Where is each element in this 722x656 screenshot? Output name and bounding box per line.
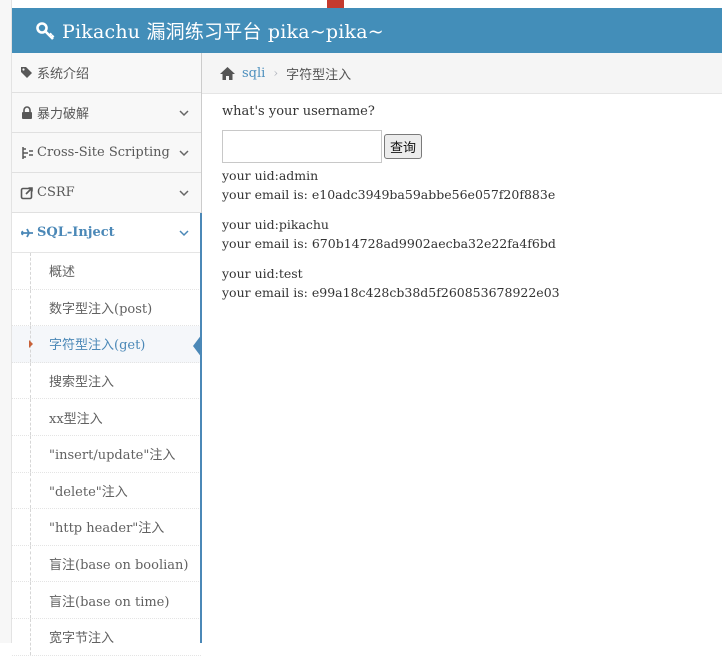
key-icon [36,21,56,41]
main-content: what's your username? 查询 your uid:admin … [222,104,702,313]
sidebar-item-csrf[interactable]: CSRF [12,173,201,213]
submenu-item-http-header[interactable]: "http header"注入 [12,509,201,546]
result-uid: your uid:test [222,266,303,281]
top-edge-marker [327,0,344,8]
brand-title[interactable]: Pikachu 漏洞练习平台 pika~pika~ [62,17,384,44]
submenu-item-search[interactable]: 搜索型注入 [12,362,201,400]
query-button[interactable]: 查询 [384,134,423,159]
query-results: your uid:admin your email is: e10adc3949… [222,166,702,302]
sidebar-item-label: 系统介绍 [37,67,90,82]
breadcrumb: sqli › 字符型注入 [202,53,722,94]
active-indicator-arrow [193,334,202,358]
result-record: your uid:admin your email is: e10adc3949… [222,166,702,204]
sidebar-item-intro[interactable]: 系统介绍 [12,53,201,93]
plane-icon [20,226,34,240]
result-uid: your uid:pikachu [222,217,329,232]
query-form: 查询 [222,130,702,163]
breadcrumb-link-sqli[interactable]: sqli [242,66,265,81]
result-email: your email is: e99a18c428cb38d5f26085367… [222,285,560,300]
result-record: your uid:test your email is: e99a18c428c… [222,264,702,302]
submenu-item-overview[interactable]: 概述 [12,253,201,290]
username-input[interactable] [222,130,382,163]
chevron-right-icon: › [273,66,279,80]
submenu-item-numeric-post[interactable]: 数字型注入(post) [12,289,201,327]
chevron-down-icon [179,147,189,157]
chevron-down-icon [179,227,189,237]
tags-icon [20,66,34,80]
sidebar-item-label: Cross-Site Scripting [37,145,170,160]
submenu-item-string-get[interactable]: 字符型注入(get) [12,326,201,363]
result-uid: your uid:admin [222,168,319,183]
result-email: your email is: 670b14728ad9902aecba32e22… [222,236,556,251]
submenu-item-insert-update[interactable]: "insert/update"注入 [12,435,201,473]
submenu-item-wide-byte[interactable]: 宽字节注入 [12,618,201,656]
active-indicator-bar [200,213,202,643]
caret-right-icon [29,340,33,349]
sidebar-item-label: CSRF [37,185,75,200]
left-edge-strip [0,0,12,643]
result-email: your email is: e10adc3949ba59abbe56e057f… [222,187,556,202]
home-icon[interactable] [219,66,236,81]
sidebar-item-xss[interactable]: Cross-Site Scripting [12,133,201,173]
chevron-down-icon [179,107,189,117]
result-record: your uid:pikachu your email is: 670b1472… [222,215,702,253]
breadcrumb-current: 字符型注入 [286,67,352,83]
lock-icon [20,105,34,120]
submenu-item-blind-boolean[interactable]: 盲注(base on boolian) [12,545,201,583]
share-icon [20,186,34,200]
sql-submenu: 概述 数字型注入(post) 字符型注入(get) 搜索型注入 xx型注入 "i… [12,253,201,656]
submenu-item-blind-time[interactable]: 盲注(base on time) [12,582,201,619]
sidebar-item-label: SQL-Inject [37,225,115,240]
chevron-down-icon [179,187,189,197]
sidebar: 系统介绍 暴力破解 Cross-Site Scripting CSRF SQL-… [12,53,202,656]
username-prompt: what's your username? [222,104,375,119]
submenu-item-xx[interactable]: xx型注入 [12,399,201,436]
sidebar-item-sql-inject[interactable]: SQL-Inject [12,213,201,253]
submenu-item-delete[interactable]: "delete"注入 [12,472,201,510]
navbar: Pikachu 漏洞练习平台 pika~pika~ [12,8,722,53]
sidebar-item-bruteforce[interactable]: 暴力破解 [12,93,201,133]
sidebar-item-label: 暴力破解 [37,107,90,122]
xss-icon [20,146,34,160]
